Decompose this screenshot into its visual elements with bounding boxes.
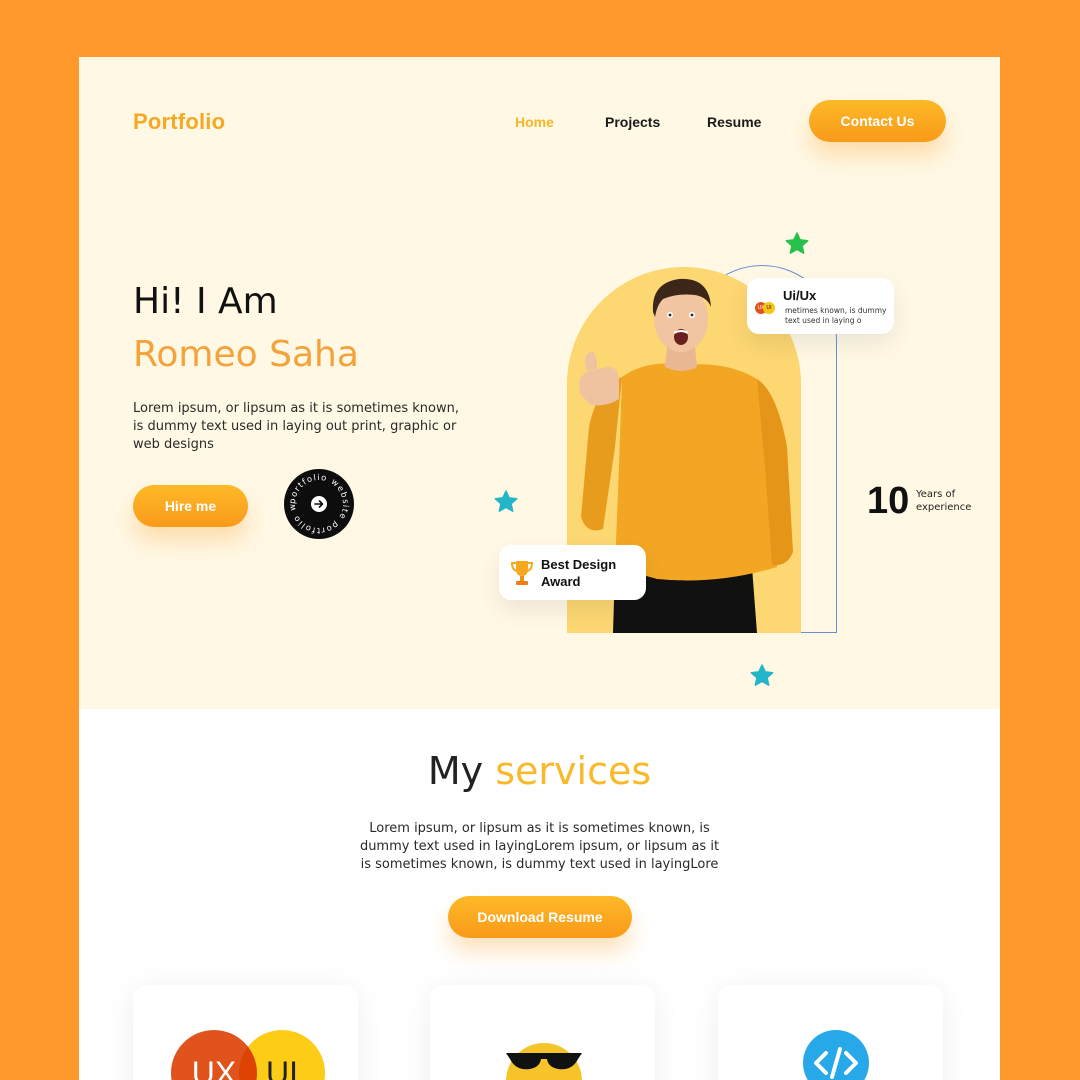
sunglasses-emoji-icon <box>506 1043 582 1080</box>
page: Portfolio Home Projects Resume Contact U… <box>79 57 1000 1080</box>
nav-resume[interactable]: Resume <box>707 114 761 130</box>
nav-home[interactable]: Home <box>515 114 554 130</box>
hero-intro: Lorem ipsum, or lipsum as it is sometime… <box>133 401 459 452</box>
teal-star-icon <box>494 490 518 512</box>
award-card: Best Design Award <box>499 545 646 600</box>
services-title: My services <box>79 749 1000 793</box>
logo[interactable]: Portfolio <box>133 109 225 135</box>
experience-label: Years of experience <box>916 489 972 513</box>
portfolio-website-badge[interactable]: portfolio website portfolio website <box>284 469 354 539</box>
services-title-plain: My <box>427 749 484 793</box>
code-icon <box>803 1030 869 1080</box>
nav-projects[interactable]: Projects <box>605 114 660 130</box>
services-description: Lorem ipsum, or lipsum as it is sometime… <box>359 821 720 872</box>
ui-mini-icon: UI <box>763 302 775 314</box>
hire-me-button[interactable]: Hire me <box>133 485 248 527</box>
ui-circle-icon: UI <box>239 1030 325 1080</box>
service-card-emoji[interactable] <box>430 985 655 1080</box>
uiux-card-description: metimes known, is dummy text used in lay… <box>785 306 887 325</box>
download-resume-button[interactable]: Download Resume <box>448 896 632 938</box>
hero-greeting: Hi! I Am <box>133 281 278 322</box>
service-card-code[interactable] <box>718 985 943 1080</box>
green-star-icon <box>785 232 809 254</box>
award-card-text: Best Design Award <box>541 557 617 589</box>
hero-name: Romeo Saha <box>133 334 359 375</box>
hero-section: Portfolio Home Projects Resume Contact U… <box>79 57 1000 709</box>
rotating-text-icon: portfolio website portfolio website <box>284 469 350 536</box>
trophy-icon <box>511 561 533 585</box>
services-title-accent: services <box>495 749 652 793</box>
experience-number: 10 <box>867 480 910 522</box>
service-card-uxui[interactable]: UX UI <box>133 985 358 1080</box>
uiux-card: UX UI Ui/Ux metimes known, is dummy text… <box>747 278 894 334</box>
uiux-card-title: Ui/Ux <box>783 288 817 303</box>
contact-us-button[interactable]: Contact Us <box>809 100 946 142</box>
teal-star-icon <box>750 664 774 686</box>
